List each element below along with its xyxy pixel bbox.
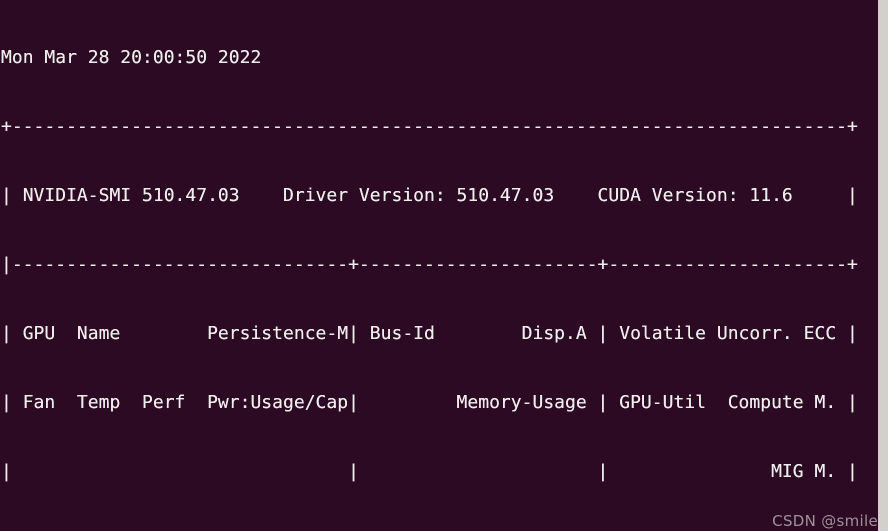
- terminal-line: | GPU Name Persistence-M| Bus-Id Disp.A …: [1, 323, 858, 344]
- terminal-scrollbar-thumb[interactable]: [878, 0, 888, 531]
- terminal-line: Mon Mar 28 20:00:50 2022: [1, 47, 262, 68]
- terminal-window[interactable]: Mon Mar 28 20:00:50 2022 +--------------…: [0, 0, 878, 531]
- terminal-screen-text: Mon Mar 28 20:00:50 2022 +--------------…: [1, 0, 858, 531]
- terminal-line: +---------------------------------------…: [1, 116, 858, 137]
- terminal-line: |-------------------------------+-------…: [1, 254, 858, 275]
- terminal-line: | Fan Temp Perf Pwr:Usage/Cap| Memory-Us…: [1, 392, 858, 413]
- terminal-line: | NVIDIA-SMI 510.47.03 Driver Version: 5…: [1, 185, 858, 206]
- terminal-scrollbar[interactable]: [878, 0, 888, 531]
- terminal-line: | | | MIG M. |: [1, 461, 858, 482]
